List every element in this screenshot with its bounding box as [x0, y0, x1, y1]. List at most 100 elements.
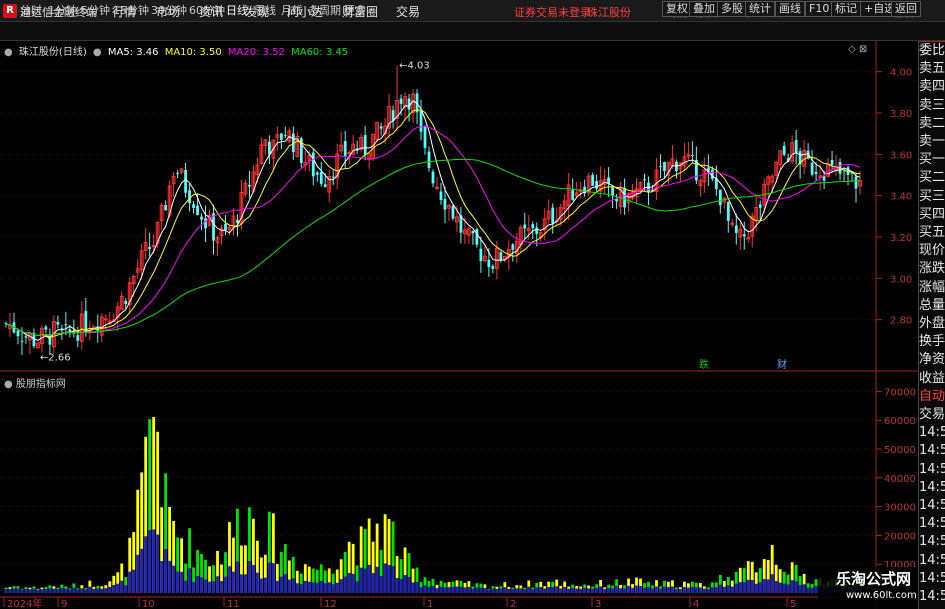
collapse-icon-3[interactable]: ● — [4, 379, 13, 390]
volume-bar-base — [543, 588, 547, 593]
volume-bar-base — [100, 588, 104, 593]
volume-bar-base — [519, 588, 523, 593]
volume-bar-base — [623, 588, 626, 593]
x-tick-label: 9 — [61, 599, 67, 609]
candle-down — [224, 223, 227, 231]
watermark-url: www.60lt.com — [846, 590, 917, 601]
tab-more[interactable]: 更多 — [344, 2, 366, 18]
volume-bar-base — [698, 587, 702, 593]
volume-bar-base — [28, 589, 32, 593]
chart-controls-icon[interactable]: ◇ ⊠ — [848, 44, 867, 55]
volume-bar-base — [200, 577, 203, 593]
volume-bar-base — [742, 582, 746, 593]
candle-down — [204, 218, 207, 229]
legend-ma5: MA5: 3.46 — [107, 47, 159, 58]
candle-down — [331, 176, 335, 178]
back-button[interactable]: 返回 — [891, 1, 921, 17]
volume-bar-base — [806, 587, 810, 593]
volume-bar-base — [431, 586, 435, 593]
volume-bar-base — [607, 588, 610, 593]
volume-bar-base — [531, 589, 535, 593]
volume-bar-base — [595, 587, 599, 593]
menu-item-trade[interactable]: 交易 — [396, 3, 420, 20]
volume-bar-base — [778, 582, 782, 593]
volume-bar-base — [24, 588, 28, 593]
candle-down — [419, 109, 423, 132]
candlestick-chart[interactable]: 4.00 3.80 3.60 3.40 3.20 3.00 2.80 70000 60000 5… — [0, 41, 918, 609]
tab-timeshare[interactable]: 分时 — [20, 2, 42, 18]
price-tick-labels: 4.00 3.80 3.60 3.40 3.20 3.00 2.80 — [890, 68, 912, 327]
tab-weekly[interactable]: 周线 — [254, 2, 276, 18]
legend-ma60: MA60: 3.45 — [291, 47, 349, 58]
volume-bar-base — [184, 580, 187, 593]
candle-down — [20, 340, 24, 342]
tab-multi-period[interactable]: 多周期 — [308, 2, 341, 18]
candle-down — [734, 225, 738, 233]
candle-down — [531, 224, 535, 229]
volume-bar-base — [702, 588, 706, 593]
volume-bar-base — [675, 589, 678, 593]
candle-down — [399, 98, 403, 104]
overlay-button[interactable]: 叠加 — [689, 1, 719, 17]
volume-bar-base — [459, 586, 463, 593]
stock-link[interactable]: 珠江股份 — [587, 4, 631, 20]
volume-bar-base — [663, 586, 666, 593]
volume-bar-base — [535, 587, 539, 593]
candle-down — [176, 172, 179, 174]
volume-bar-base — [447, 587, 451, 593]
candle-down — [124, 300, 128, 305]
side-panel-item: 卖五 — [919, 61, 945, 77]
tab-monthly[interactable]: 月线 — [281, 2, 303, 18]
f10-button[interactable]: F10 — [805, 1, 834, 17]
volume-bar-base — [774, 581, 778, 593]
volume-bar-base — [750, 580, 754, 593]
collapse-icon[interactable]: ● — [4, 47, 13, 58]
volume-bar-base — [260, 578, 263, 593]
volume-bar-base — [635, 585, 638, 593]
statistics-button[interactable]: 统计 — [745, 1, 775, 17]
tab-5min[interactable]: 5分钟 — [81, 2, 110, 18]
volume-bar-base — [112, 584, 116, 593]
multi-stock-button[interactable]: 多股 — [717, 1, 747, 17]
side-panel-item: 14:56 — [919, 516, 945, 532]
volume-bar-base — [84, 589, 88, 593]
volume-bar-base — [232, 571, 235, 593]
volume-bar-base — [96, 588, 100, 593]
tab-daily[interactable]: 日线 — [226, 2, 248, 18]
volume-bar-base — [694, 587, 698, 593]
volume-bar-base — [236, 561, 239, 593]
volume-bar-base — [176, 571, 179, 593]
tab-15min[interactable]: 15分钟 — [113, 2, 149, 18]
mark-button[interactable]: 标记 — [831, 1, 861, 17]
collapse-icon-2[interactable]: ● — [93, 47, 102, 58]
volume-bar-base — [539, 587, 543, 593]
volume-bar-base — [164, 549, 168, 593]
adjust-button[interactable]: 复权 — [662, 1, 692, 17]
candle-down — [443, 198, 447, 210]
volume-bar-base — [395, 578, 399, 593]
volume-bar-base — [80, 588, 84, 593]
login-status[interactable]: 证券交易未登录 — [514, 4, 591, 20]
tab-1min[interactable]: 1分钟 — [48, 2, 77, 18]
volume-bar-base — [419, 587, 423, 593]
tab-60min[interactable]: 60分钟 — [189, 2, 225, 18]
volume-bar-base — [4, 589, 8, 593]
volume-bar-base — [240, 574, 243, 593]
volume-bar-base — [124, 585, 128, 593]
volume-bar-base — [790, 580, 794, 593]
candle-down — [643, 179, 646, 181]
volume-bar-base — [722, 586, 726, 593]
volume-bar-base — [555, 586, 559, 593]
volume-bar-base — [411, 582, 415, 593]
volume-bar-base — [347, 573, 351, 593]
candle-down — [810, 162, 814, 175]
side-panel-item: 卖一 — [919, 134, 945, 150]
candle-down — [44, 326, 48, 330]
draw-line-button[interactable]: 画线 — [775, 1, 805, 17]
candle-down — [523, 224, 527, 229]
candle-down — [511, 244, 515, 250]
tab-30min[interactable]: 30分钟 — [151, 2, 187, 18]
side-panel-item: 14:56 — [919, 479, 945, 495]
volume-bar-base — [283, 573, 287, 593]
price-tick-label: 3.80 — [890, 109, 912, 120]
